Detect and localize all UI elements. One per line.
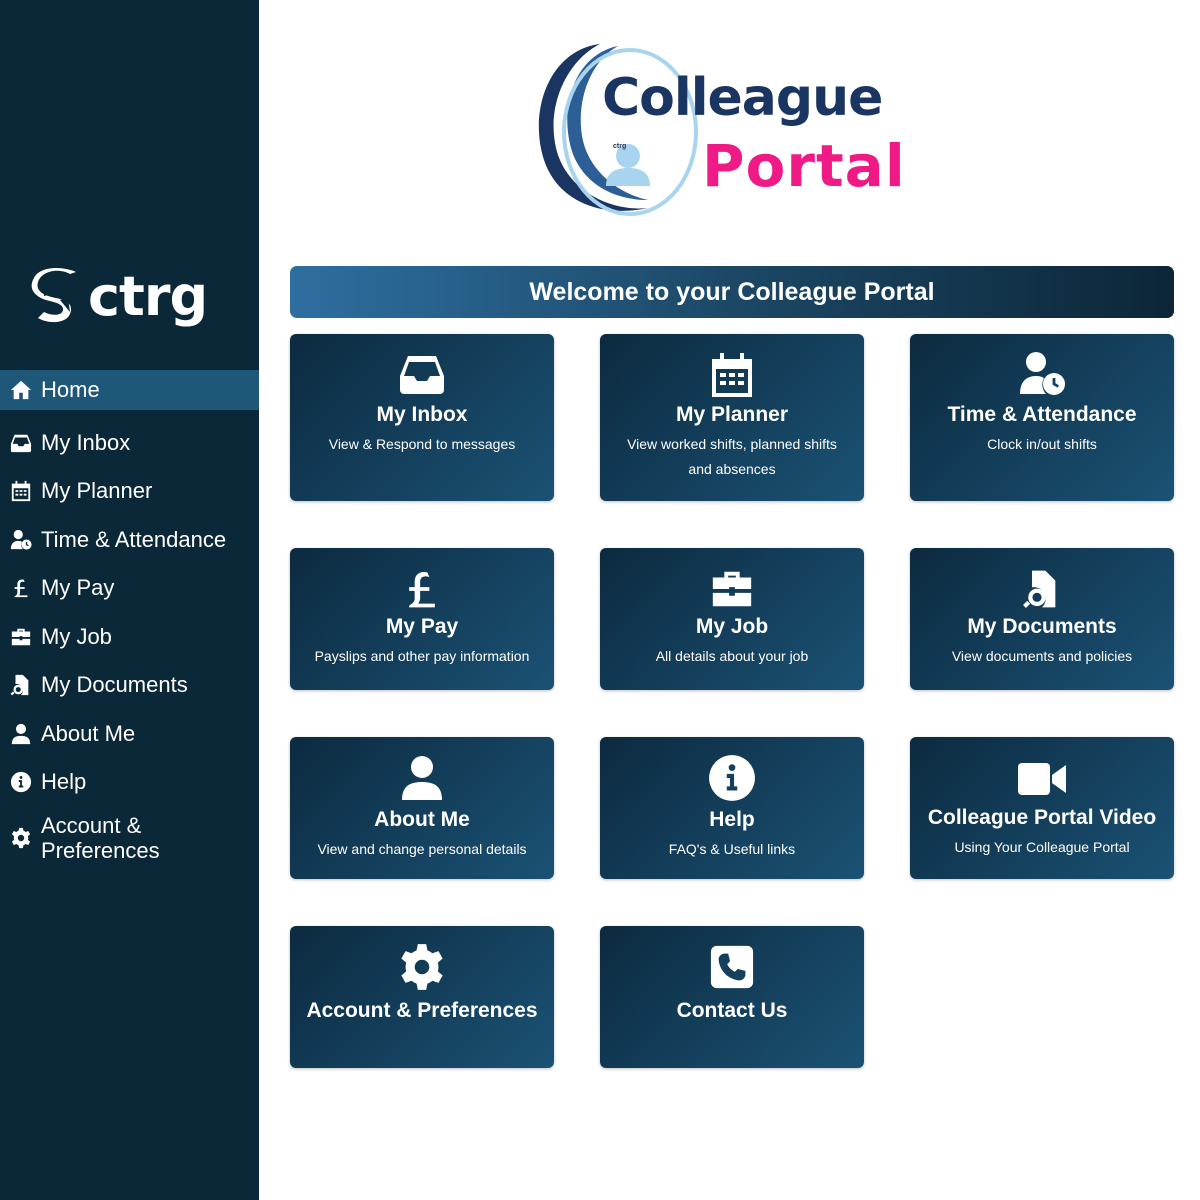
tile-title: Account & Preferences: [306, 999, 538, 1022]
tile-about-me[interactable]: About Me View and change personal detail…: [290, 737, 554, 879]
pound-icon: [8, 575, 34, 601]
brand-name: ctrg: [88, 265, 208, 328]
tile-subtitle: FAQ's & Useful links: [668, 841, 796, 857]
sidebar-item-label: Help: [41, 769, 87, 795]
tile-title: Contact Us: [676, 999, 788, 1022]
info-icon: [8, 769, 34, 795]
tile-my-inbox[interactable]: My Inbox View & Respond to messages: [290, 334, 554, 501]
tile-account-preferences[interactable]: Account & Preferences: [290, 926, 554, 1068]
sidebar-item-label: About Me: [41, 720, 136, 746]
sidebar-item-label: My Documents: [41, 672, 188, 698]
tile-title: My Inbox: [376, 403, 468, 426]
logo-title-line1: Colleague: [602, 68, 883, 128]
sidebar-item-label: My Inbox: [41, 429, 131, 455]
sidebar-item-time-attendance[interactable]: Time & Attendance: [0, 516, 259, 565]
ctrg-s-logo-icon: [31, 268, 76, 323]
logo-swoosh-icon: [538, 44, 698, 216]
sidebar-item-help[interactable]: Help: [0, 758, 259, 807]
tile-title: Colleague Portal Video: [927, 806, 1157, 829]
sidebar-item-my-inbox[interactable]: My Inbox: [0, 419, 259, 468]
tile-title: About Me: [374, 808, 470, 831]
logo-title-line2: Portal: [702, 132, 906, 200]
tile-title: My Planner: [675, 403, 789, 426]
tile-subtitle: View documents and policies: [951, 648, 1133, 664]
sidebar-item-label: My Pay: [41, 575, 115, 601]
sidebar-item-home[interactable]: Home: [0, 370, 259, 410]
briefcase-icon: [8, 624, 34, 650]
tile-title: Help: [709, 808, 755, 831]
user-clock-icon: [910, 350, 1174, 398]
logo-badge-text: ctrg: [613, 143, 627, 150]
tile-help[interactable]: Help FAQ's & Useful links: [600, 737, 864, 879]
document-search-icon: [8, 672, 34, 698]
tile-my-pay[interactable]: My Pay Payslips and other pay informatio…: [290, 548, 554, 690]
user-clock-icon: [8, 527, 34, 553]
tile-subtitle: View worked shifts, planned shifts and a…: [627, 436, 837, 477]
video-camera-icon: [910, 759, 1174, 799]
tile-subtitle: View and change personal details: [317, 841, 527, 857]
welcome-banner: Welcome to your Colleague Portal: [290, 266, 1174, 318]
sidebar-item-my-documents[interactable]: My Documents: [0, 661, 259, 710]
tile-title: My Job: [695, 615, 769, 638]
inbox-icon: [290, 350, 554, 398]
calendar-icon: [600, 350, 864, 400]
tile-subtitle: Payslips and other pay information: [314, 648, 530, 664]
user-icon: [290, 753, 554, 803]
tile-subtitle: All details about your job: [655, 648, 809, 664]
sidebar-item-label: Account & Preferences: [41, 812, 160, 863]
home-icon: [8, 377, 34, 403]
gear-icon: [290, 942, 554, 992]
tile-subtitle: View & Respond to messages: [328, 436, 516, 452]
sidebar-nav: Home My Inbox My Planner Time & Attendan…: [0, 370, 259, 869]
tile-my-documents[interactable]: My Documents View documents and policies: [910, 548, 1174, 690]
inbox-icon: [8, 430, 34, 456]
gear-icon: [8, 825, 34, 851]
tile-title: My Pay: [385, 615, 459, 638]
sidebar-item-label: My Job: [41, 623, 112, 649]
sidebar-item-about-me[interactable]: About Me: [0, 710, 259, 759]
sidebar-item-my-job[interactable]: My Job: [0, 613, 259, 662]
tile-subtitle: Using Your Colleague Portal: [954, 839, 1130, 855]
ctrg-logo[interactable]: ctrg: [30, 264, 230, 330]
sidebar-item-my-planner[interactable]: My Planner: [0, 467, 259, 516]
briefcase-icon: [600, 566, 864, 612]
calendar-icon: [8, 478, 34, 504]
tile-my-planner[interactable]: My Planner View worked shifts, planned s…: [600, 334, 864, 501]
sidebar-item-label: Time & Attendance: [41, 526, 227, 552]
welcome-title: Welcome to your Colleague Portal: [529, 277, 935, 306]
phone-icon: [600, 944, 864, 990]
tile-colleague-portal-video[interactable]: Colleague Portal Video Using Your Collea…: [910, 737, 1174, 879]
sidebar-item-account-preferences[interactable]: Account & Preferences: [0, 807, 259, 869]
tile-contact-us[interactable]: Contact Us: [600, 926, 864, 1068]
tile-title: Time & Attendance: [947, 403, 1137, 426]
tile-subtitle: Clock in/out shifts: [987, 436, 1097, 452]
sidebar: ctrg Home My Inbox My Planner Time & Att…: [0, 0, 259, 1200]
user-icon: [8, 721, 34, 747]
tile-title: My Documents: [967, 615, 1117, 638]
sidebar-item-label: Home: [41, 377, 100, 402]
info-icon: [600, 753, 864, 803]
colleague-portal-logo: ctrg Colleague Portal: [530, 40, 920, 220]
sidebar-item-label: My Planner: [41, 478, 153, 504]
document-search-icon: [910, 566, 1174, 612]
sidebar-item-my-pay[interactable]: My Pay: [0, 564, 259, 613]
tile-time-attendance[interactable]: Time & Attendance Clock in/out shifts: [910, 334, 1174, 501]
tile-my-job[interactable]: My Job All details about your job: [600, 548, 864, 690]
pound-icon: [290, 566, 554, 612]
